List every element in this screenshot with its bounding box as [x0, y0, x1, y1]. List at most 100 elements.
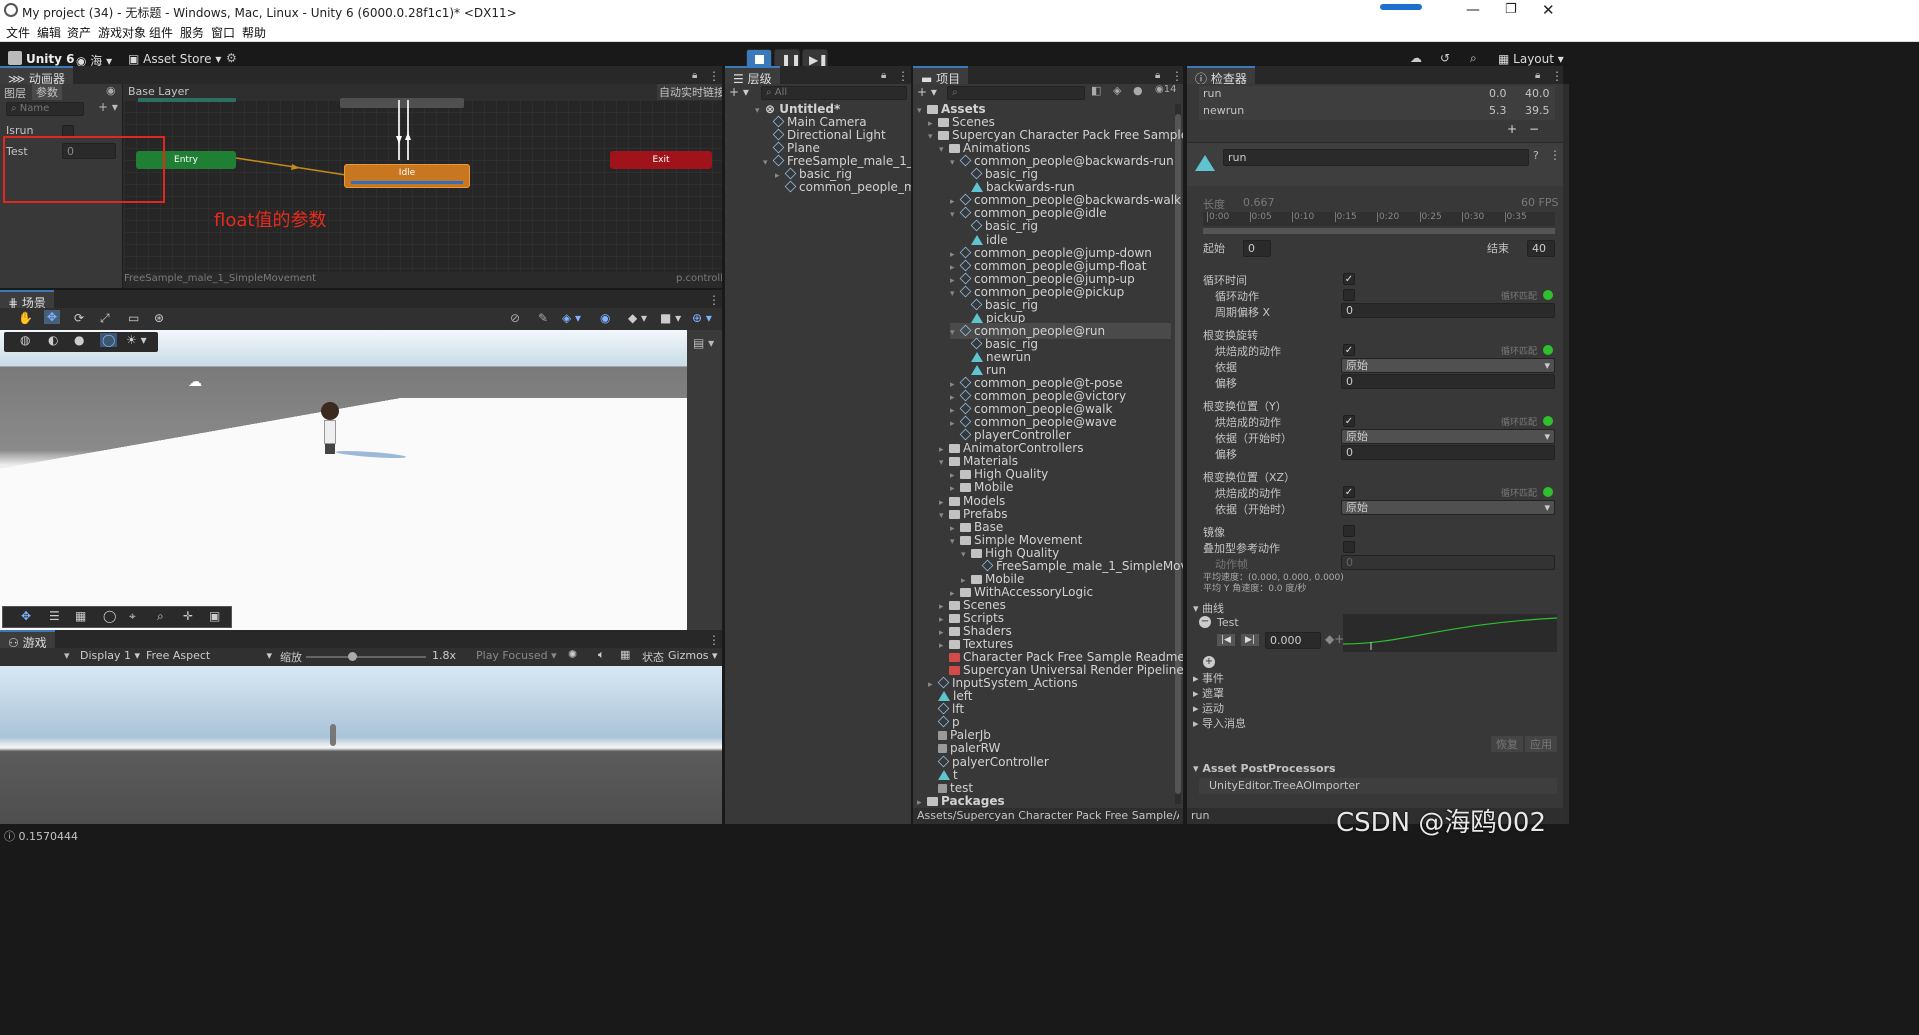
move-overlay-icon[interactable]: ✥: [21, 609, 31, 623]
rect-tool-icon[interactable]: ▭: [128, 311, 139, 325]
kebab-menu-icon[interactable]: ⋮: [708, 69, 720, 83]
list-overlay-icon[interactable]: ☰: [49, 609, 60, 623]
postprocessor-item[interactable]: UnityEditor.TreeAOImporter: [1199, 778, 1557, 794]
unlit-icon[interactable]: ●: [74, 333, 84, 347]
menu-file[interactable]: 文件: [6, 24, 30, 41]
project-item[interactable]: ▸ Packages: [917, 793, 1005, 809]
expand-arrow-icon[interactable]: ▾: [950, 155, 960, 171]
scale-tool-icon[interactable]: ⤢: [100, 311, 110, 326]
idle-node[interactable]: Idle: [344, 164, 470, 188]
kebab-menu-icon[interactable]: ⋮: [708, 293, 720, 307]
setting-checkbox[interactable]: ✓: [1343, 486, 1355, 498]
rotate-tool-icon[interactable]: ⟳: [74, 311, 84, 325]
favorite-icon[interactable]: ●: [1133, 84, 1143, 97]
gizmos-icon[interactable]: ⊕ ▾: [692, 311, 712, 325]
wireframe-icon[interactable]: ◍: [20, 333, 30, 347]
menu-assets[interactable]: 资产: [67, 24, 91, 41]
game-viewport[interactable]: [0, 666, 722, 824]
remove-clip-button[interactable]: −: [1529, 122, 1539, 136]
revert-button[interactable]: 恢复: [1491, 736, 1523, 752]
minimize-button[interactable]: —: [1466, 2, 1480, 18]
menu-gameobject[interactable]: 游戏对象: [98, 24, 146, 41]
setting-checkbox[interactable]: [1343, 541, 1355, 553]
close-button[interactable]: ✕: [1542, 1, 1555, 19]
kebab-menu-icon[interactable]: ⋮: [897, 69, 909, 83]
timeline-range-bar[interactable]: [1203, 228, 1555, 234]
lock-icon[interactable]: 🔒︎: [692, 70, 697, 81]
gizmos-dropdown[interactable]: Gizmos ▾: [668, 649, 718, 662]
setting-input[interactable]: 0: [1341, 555, 1555, 570]
camera-settings-icon[interactable]: ▤ ▾: [693, 336, 714, 350]
expand-arrow-icon[interactable]: ▾: [950, 207, 960, 223]
hierarchy-search-input[interactable]: ⌕ All: [761, 86, 907, 100]
move-tool-icon[interactable]: ✥: [44, 310, 61, 324]
lock-icon[interactable]: 🔒︎: [1535, 70, 1540, 81]
setting-checkbox[interactable]: ✓: [1343, 415, 1355, 427]
scene-visibility-icon[interactable]: ◉: [600, 311, 610, 325]
brand-label[interactable]: Unity 6: [26, 52, 75, 66]
clip-row[interactable]: newrun 5.3 39.5: [1199, 103, 1555, 119]
param-search-input[interactable]: ⌕ Name: [6, 102, 84, 116]
events-foldout[interactable]: ▸ 事件: [1193, 670, 1224, 686]
game-view-dropdown[interactable]: ▾: [64, 649, 70, 662]
grid-overlay-icon[interactable]: ▦: [75, 609, 86, 623]
expand-arrow-icon[interactable]: ▾: [961, 547, 971, 563]
kebab-menu-icon[interactable]: ⋮: [1171, 69, 1183, 83]
menu-help[interactable]: 帮助: [242, 24, 266, 41]
project-scrollbar[interactable]: [1175, 104, 1181, 804]
add-curve-icon[interactable]: +: [1203, 656, 1215, 668]
expand-arrow-icon[interactable]: ▾: [950, 286, 960, 302]
end-input[interactable]: 40: [1527, 240, 1555, 257]
search-icon[interactable]: ⌕: [1470, 51, 1477, 66]
hand-tool-icon[interactable]: ✋: [18, 311, 33, 325]
transform-tool-icon[interactable]: ⊛: [154, 311, 164, 325]
menu-services[interactable]: 服务: [180, 24, 204, 41]
zoom-overlay-icon[interactable]: ⌕: [157, 609, 164, 624]
kebab-menu-icon[interactable]: ⋮: [1551, 69, 1563, 83]
search-by-label-icon[interactable]: ◈: [1113, 84, 1121, 97]
breadcrumb[interactable]: Base Layer: [128, 85, 189, 98]
history-icon[interactable]: ↺: [1440, 51, 1450, 65]
scale-slider-thumb[interactable]: [348, 652, 357, 661]
parameters-tab[interactable]: 参数: [32, 84, 62, 100]
inspector-scrollbar[interactable]: [1563, 84, 1569, 824]
directional-light-gizmo-icon[interactable]: ☁: [188, 374, 202, 390]
add-key-button[interactable]: ◆+: [1325, 632, 1344, 646]
expand-arrow-icon[interactable]: ▾: [939, 142, 949, 158]
bug-icon[interactable]: ✺: [568, 648, 577, 661]
start-input[interactable]: 0: [1243, 240, 1271, 257]
kebab-menu-icon[interactable]: ⋮: [708, 633, 720, 647]
maximize-button[interactable]: ❐: [1505, 2, 1517, 17]
cloud-icon[interactable]: ☁: [1410, 51, 1422, 65]
add-parameter-button[interactable]: + ▾: [98, 100, 118, 114]
setting-checkbox[interactable]: ✓: [1343, 344, 1355, 356]
graph-canvas[interactable]: Entry Idle Exit float值的参数: [124, 98, 722, 272]
auto-live-link-toggle[interactable]: 自动实时链接: [657, 84, 722, 100]
kebab-menu-icon[interactable]: ⋮: [1549, 148, 1561, 162]
layer-tab[interactable]: 图层: [4, 85, 26, 101]
next-key-button[interactable]: ▶|: [1241, 634, 1259, 646]
visibility-toggle-icon[interactable]: ⊘: [510, 311, 520, 325]
setting-input[interactable]: 0: [1341, 445, 1555, 460]
prev-key-button[interactable]: |◀: [1217, 634, 1235, 646]
import-messages-foldout[interactable]: ▸ 导入消息: [1193, 715, 1246, 731]
title-slider[interactable]: [1380, 4, 1422, 10]
settings-gear-icon[interactable]: ⚙: [226, 51, 237, 65]
aspect-dropdown[interactable]: Free Aspect ▾: [146, 649, 272, 662]
display-dropdown[interactable]: Display 1 ▾: [80, 649, 140, 662]
menu-component[interactable]: 组件: [149, 24, 173, 41]
scene-viewport[interactable]: ◍ ◐ ● ◯ ☀ ▾ ☁ ✥ ☰ ▦ ◯ ⌖ ⌕ ✛ ▣: [0, 330, 687, 630]
asset-store-button[interactable]: ▣ Asset Store ▾: [128, 52, 221, 66]
stats-grid-icon[interactable]: ▦: [620, 648, 630, 661]
mask-foldout[interactable]: ▸ 遮罩: [1193, 685, 1224, 701]
create-asset-button[interactable]: + ▾: [917, 85, 937, 99]
clip-row[interactable]: run 0.0 40.0: [1199, 86, 1555, 102]
camera-overlay-icon[interactable]: ▣: [209, 609, 220, 623]
expand-arrow-icon[interactable]: ▾: [939, 455, 949, 471]
lit-icon[interactable]: ◯: [100, 333, 118, 347]
mute-icon[interactable]: 🔈︎: [598, 648, 605, 662]
create-button[interactable]: + ▾: [729, 85, 749, 99]
render-mode-icon[interactable]: ◆ ▾: [628, 311, 647, 325]
expand-arrow-icon[interactable]: ▾: [928, 129, 938, 145]
setting-dropdown[interactable]: 原始 ▾: [1341, 500, 1555, 515]
